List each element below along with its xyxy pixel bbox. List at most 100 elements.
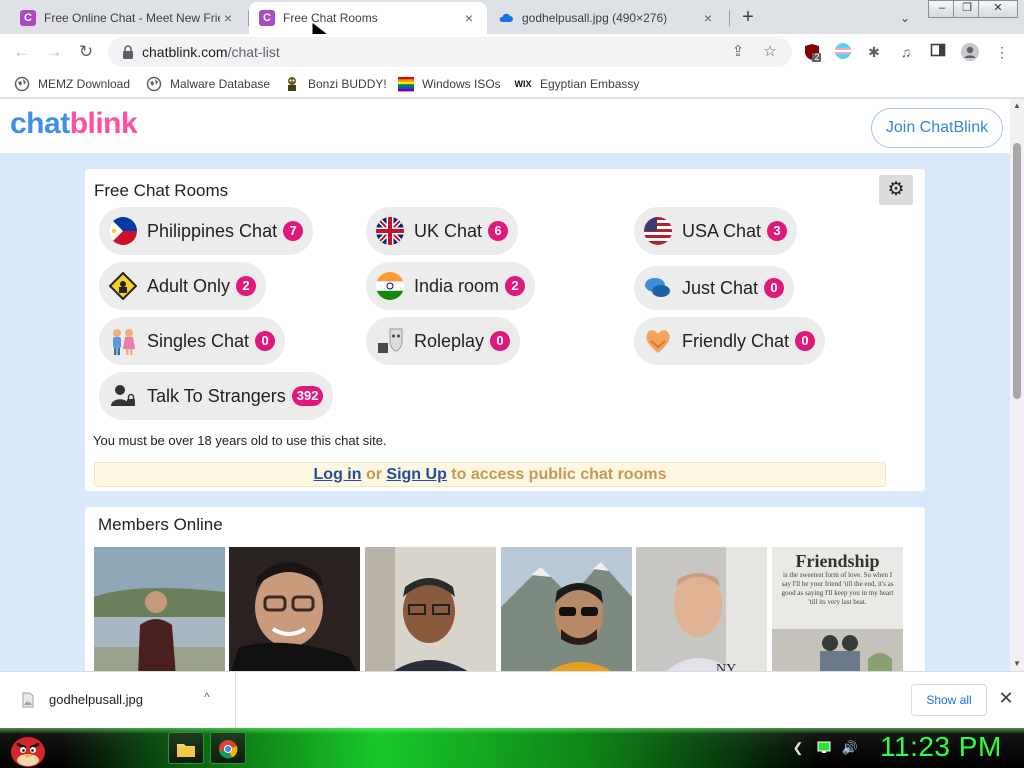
address-bar[interactable]: chatblink.com/chat-list ⇪ ☆: [108, 37, 792, 67]
room-uk-chat[interactable]: UK Chat 6: [366, 207, 519, 255]
room-count-badge: 6: [488, 221, 509, 241]
poster-title: Friendship: [795, 551, 880, 571]
tab-strip: C Free Online Chat - Meet New Frie × C F…: [0, 0, 1024, 34]
download-menu-chevron-icon[interactable]: ^: [204, 690, 210, 704]
taskbar-clock[interactable]: 11:23 PM: [880, 731, 1002, 763]
ublock-badge-count: 2: [814, 52, 820, 62]
room-india-room[interactable]: India room 2: [366, 262, 536, 310]
member-photo-2[interactable]: [229, 547, 360, 671]
bookmark-star-icon[interactable]: ☆: [760, 42, 780, 62]
bookmark-memz-download[interactable]: MEMZ Download: [14, 74, 130, 94]
os-taskbar: ❮ 🔊 11:23 PM: [0, 728, 1024, 768]
room-name: Friendly Chat: [682, 330, 790, 351]
volume-icon[interactable]: 🔊: [840, 740, 860, 756]
maximize-button[interactable]: ❐: [953, 0, 981, 18]
image-file-icon: [22, 692, 34, 708]
start-button-angry-bird-icon[interactable]: [8, 730, 48, 768]
media-control-icon[interactable]: ♫: [896, 42, 916, 62]
url-host: chatblink.com: [142, 44, 228, 60]
extensions-puzzle-icon[interactable]: ✱: [864, 42, 884, 62]
window-close-button[interactable]: ✕: [978, 0, 1018, 18]
bookmark-label: Windows ISOs: [422, 77, 501, 91]
chrome-taskbar-icon[interactable]: [210, 732, 246, 764]
kebab-menu-icon[interactable]: ⋮: [992, 42, 1012, 62]
site-header: chatblink Join ChatBlink: [0, 99, 1010, 153]
login-prompt-banner: Log in or Sign Up to access public chat …: [94, 462, 886, 487]
room-name: Just Chat: [682, 277, 759, 298]
tab-divider: [729, 10, 730, 26]
member-photo-3[interactable]: [365, 547, 496, 671]
free-chat-rooms-card: Free Chat Rooms ⚙ Philippines Chat 7 UK …: [85, 169, 925, 491]
heart-hands-icon: [644, 327, 672, 355]
tab-close-icon[interactable]: ×: [220, 10, 236, 26]
chatblink-favicon-icon: C: [20, 10, 36, 26]
room-count-badge: 0: [764, 278, 785, 298]
logo-part-chat: chat: [10, 107, 70, 140]
new-tab-button[interactable]: +: [736, 6, 760, 30]
tray-expand-icon[interactable]: ❮: [788, 740, 808, 756]
tab-free-chat-rooms[interactable]: C Free Chat Rooms ×: [249, 2, 487, 34]
bookmark-windows-isos[interactable]: Windows ISOs: [398, 74, 501, 94]
room-count-badge: 0: [490, 331, 511, 351]
room-name: UK Chat: [414, 220, 483, 241]
members-online-card: Members Online NY Friendship is the swee…: [85, 507, 925, 671]
reload-icon[interactable]: ↻: [74, 40, 98, 64]
member-photo-1[interactable]: [94, 547, 225, 671]
room-just-chat[interactable]: Just Chat 0: [634, 266, 795, 310]
room-philippines-chat[interactable]: Philippines Chat 7: [99, 207, 314, 255]
tab-close-icon[interactable]: ×: [700, 10, 716, 26]
url-text: chatblink.com/chat-list: [142, 37, 280, 67]
system-tray: ❮ 🔊: [788, 738, 866, 758]
couple-icon: [109, 327, 137, 355]
tab-search-button[interactable]: ⌄: [894, 7, 916, 29]
back-arrow-icon[interactable]: ←: [10, 40, 34, 64]
side-panel-icon[interactable]: [928, 42, 948, 62]
bookmark-malware-database[interactable]: Malware Database: [146, 74, 270, 94]
age-notice: You must be over 18 years old to use thi…: [93, 433, 387, 448]
bookmark-label: Bonzi BUDDY!: [308, 77, 387, 91]
scrollbar-thumb[interactable]: [1013, 143, 1021, 399]
share-icon[interactable]: ⇪: [728, 42, 748, 62]
masks-icon: [376, 327, 404, 355]
room-name: Adult Only: [147, 275, 231, 296]
room-talk-to-strangers[interactable]: Talk To Strangers 392: [99, 372, 334, 420]
forward-arrow-icon[interactable]: →: [42, 40, 66, 64]
tab-free-online-chat[interactable]: C Free Online Chat - Meet New Frie ×: [10, 2, 246, 34]
room-singles-chat[interactable]: Singles Chat 0: [99, 317, 286, 365]
downloads-close-icon[interactable]: ✕: [996, 688, 1016, 709]
room-count-badge: 392: [291, 386, 324, 406]
room-usa-chat[interactable]: USA Chat 3: [634, 207, 798, 255]
chatblink-logo[interactable]: chatblink: [10, 107, 138, 141]
room-count-badge: 0: [255, 331, 276, 351]
scroll-up-arrow-icon[interactable]: ▲: [1010, 99, 1024, 113]
member-photo-5[interactable]: NY: [636, 547, 767, 671]
settings-gear-icon[interactable]: ⚙: [879, 175, 913, 205]
member-photo-6[interactable]: Friendship is the sweetest form of love.…: [772, 547, 903, 671]
browser-toolbar: ← → ↻ chatblink.com/chat-list ⇪ ☆ 2 ✱ ♫ …: [0, 34, 1024, 70]
bookmark-egyptian-embassy[interactable]: WIX Egyptian Embassy: [514, 74, 640, 94]
tab-title: godhelpusall.jpg (490×276): [522, 11, 668, 25]
member-photo-4[interactable]: [501, 547, 632, 671]
globe-icon: [146, 76, 162, 92]
bookmark-bonzi-buddy[interactable]: Bonzi BUDDY!: [284, 74, 387, 94]
file-explorer-taskbar-icon[interactable]: [168, 732, 204, 764]
pride-flag-extension-icon[interactable]: [833, 42, 853, 62]
tab-godhelpusall-image[interactable]: godhelpusall.jpg (490×276) ×: [488, 2, 726, 34]
room-adult-only[interactable]: Adult Only 2: [99, 262, 267, 310]
room-friendly-chat[interactable]: Friendly Chat 0: [634, 317, 826, 365]
rooms-heading: Free Chat Rooms: [94, 181, 229, 200]
network-icon[interactable]: [814, 740, 834, 757]
page-scrollbar[interactable]: ▲ ▼: [1010, 99, 1024, 671]
join-chatblink-button[interactable]: Join ChatBlink: [871, 108, 1003, 148]
bookmark-label: Malware Database: [170, 77, 271, 91]
signup-link[interactable]: Sign Up: [386, 466, 446, 483]
tab-close-icon[interactable]: ×: [461, 10, 477, 26]
show-all-downloads-button[interactable]: Show all: [911, 684, 987, 716]
login-link[interactable]: Log in: [314, 466, 362, 483]
room-roleplay[interactable]: Roleplay 0: [366, 317, 521, 365]
download-item[interactable]: godhelpusall.jpg ^: [0, 672, 236, 728]
ublock-origin-icon[interactable]: 2: [802, 42, 822, 62]
scroll-down-arrow-icon[interactable]: ▼: [1010, 657, 1024, 671]
minimize-button[interactable]: –: [928, 0, 956, 18]
profile-avatar-icon[interactable]: [960, 42, 980, 62]
